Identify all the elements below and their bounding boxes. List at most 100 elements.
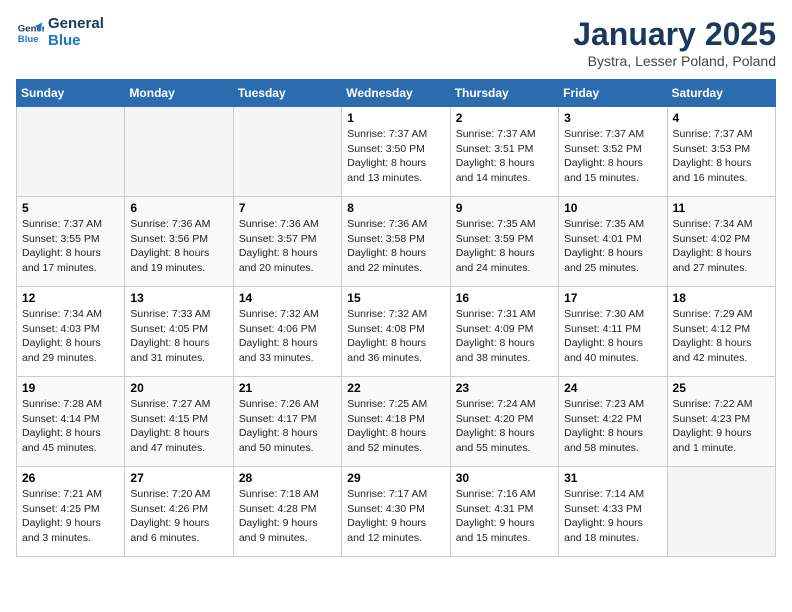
day-number: 10 <box>564 201 661 215</box>
day-info: Sunrise: 7:22 AM Sunset: 4:23 PM Dayligh… <box>673 397 770 456</box>
day-number: 13 <box>130 291 227 305</box>
calendar-day-cell: 30 Sunrise: 7:16 AM Sunset: 4:31 PM Dayli… <box>450 467 558 557</box>
calendar-day-cell: 26Sunrise: 7:21 AM Sunset: 4:25 PM Dayli… <box>17 467 125 557</box>
day-info: Sunrise: 7:32 AM Sunset: 4:08 PM Dayligh… <box>347 307 444 366</box>
day-info: Sunrise: 7:35 AM Sunset: 3:59 PM Dayligh… <box>456 217 553 276</box>
day-number: 12 <box>22 291 119 305</box>
calendar-day-cell: 11Sunrise: 7:34 AM Sunset: 4:02 PM Dayli… <box>667 197 775 287</box>
calendar-day-cell <box>667 467 775 557</box>
calendar-week-row: 5 Sunrise: 7:37 AM Sunset: 3:55 PM Daylig… <box>17 197 776 287</box>
day-info: Sunrise: 7:30 AM Sunset: 4:11 PM Dayligh… <box>564 307 661 366</box>
calendar-header-thursday: Thursday <box>450 80 558 107</box>
calendar-header-monday: Monday <box>125 80 233 107</box>
calendar-day-cell <box>125 107 233 197</box>
calendar-header-wednesday: Wednesday <box>342 80 450 107</box>
day-number: 23 <box>456 381 553 395</box>
day-info: Sunrise: 7:26 AM Sunset: 4:17 PM Dayligh… <box>239 397 336 456</box>
title-section: January 2025 Bystra, Lesser Poland, Pola… <box>573 16 776 69</box>
day-number: 8 <box>347 201 444 215</box>
calendar-header-row: SundayMondayTuesdayWednesdayThursdayFrid… <box>17 80 776 107</box>
day-info: Sunrise: 7:33 AM Sunset: 4:05 PM Dayligh… <box>130 307 227 366</box>
day-number: 20 <box>130 381 227 395</box>
day-number: 24 <box>564 381 661 395</box>
day-info: Sunrise: 7:37 AM Sunset: 3:55 PM Dayligh… <box>22 217 119 276</box>
day-info: Sunrise: 7:27 AM Sunset: 4:15 PM Dayligh… <box>130 397 227 456</box>
calendar-week-row: 26Sunrise: 7:21 AM Sunset: 4:25 PM Dayli… <box>17 467 776 557</box>
calendar-day-cell: 27Sunrise: 7:20 AM Sunset: 4:26 PM Dayli… <box>125 467 233 557</box>
calendar-day-cell: 6 Sunrise: 7:36 AM Sunset: 3:56 PM Daylig… <box>125 197 233 287</box>
day-number: 29 <box>347 471 444 485</box>
calendar-header-friday: Friday <box>559 80 667 107</box>
calendar-day-cell: 24 Sunrise: 7:23 AM Sunset: 4:22 PM Dayli… <box>559 377 667 467</box>
calendar-day-cell: 15 Sunrise: 7:32 AM Sunset: 4:08 PM Dayli… <box>342 287 450 377</box>
calendar-day-cell: 18Sunrise: 7:29 AM Sunset: 4:12 PM Dayli… <box>667 287 775 377</box>
calendar-subtitle: Bystra, Lesser Poland, Poland <box>573 53 776 69</box>
logo-icon: General Blue <box>16 19 44 47</box>
logo: General Blue General Blue <box>16 16 104 49</box>
calendar-header-tuesday: Tuesday <box>233 80 341 107</box>
calendar-day-cell: 5 Sunrise: 7:37 AM Sunset: 3:55 PM Daylig… <box>17 197 125 287</box>
day-number: 17 <box>564 291 661 305</box>
calendar-table: SundayMondayTuesdayWednesdayThursdayFrid… <box>16 79 776 557</box>
day-info: Sunrise: 7:34 AM Sunset: 4:02 PM Dayligh… <box>673 217 770 276</box>
calendar-day-cell: 19 Sunrise: 7:28 AM Sunset: 4:14 PM Dayli… <box>17 377 125 467</box>
logo-text-line2: Blue <box>48 33 104 50</box>
day-number: 2 <box>456 111 553 125</box>
calendar-title: January 2025 <box>573 16 776 53</box>
day-info: Sunrise: 7:36 AM Sunset: 3:57 PM Dayligh… <box>239 217 336 276</box>
day-number: 4 <box>673 111 770 125</box>
calendar-day-cell: 23Sunrise: 7:24 AM Sunset: 4:20 PM Dayli… <box>450 377 558 467</box>
day-number: 6 <box>130 201 227 215</box>
day-number: 7 <box>239 201 336 215</box>
calendar-week-row: 19 Sunrise: 7:28 AM Sunset: 4:14 PM Dayli… <box>17 377 776 467</box>
day-number: 31 <box>564 471 661 485</box>
day-info: Sunrise: 7:28 AM Sunset: 4:14 PM Dayligh… <box>22 397 119 456</box>
calendar-header-sunday: Sunday <box>17 80 125 107</box>
calendar-day-cell: 28 Sunrise: 7:18 AM Sunset: 4:28 PM Dayli… <box>233 467 341 557</box>
calendar-day-cell: 20 Sunrise: 7:27 AM Sunset: 4:15 PM Dayli… <box>125 377 233 467</box>
day-info: Sunrise: 7:18 AM Sunset: 4:28 PM Dayligh… <box>239 487 336 546</box>
calendar-day-cell: 13 Sunrise: 7:33 AM Sunset: 4:05 PM Dayli… <box>125 287 233 377</box>
day-info: Sunrise: 7:23 AM Sunset: 4:22 PM Dayligh… <box>564 397 661 456</box>
day-info: Sunrise: 7:37 AM Sunset: 3:52 PM Dayligh… <box>564 127 661 186</box>
svg-text:Blue: Blue <box>18 33 39 44</box>
calendar-day-cell: 17 Sunrise: 7:30 AM Sunset: 4:11 PM Dayli… <box>559 287 667 377</box>
day-number: 14 <box>239 291 336 305</box>
calendar-day-cell <box>233 107 341 197</box>
day-info: Sunrise: 7:17 AM Sunset: 4:30 PM Dayligh… <box>347 487 444 546</box>
calendar-day-cell <box>17 107 125 197</box>
calendar-day-cell: 16Sunrise: 7:31 AM Sunset: 4:09 PM Dayli… <box>450 287 558 377</box>
day-info: Sunrise: 7:25 AM Sunset: 4:18 PM Dayligh… <box>347 397 444 456</box>
calendar-week-row: 1Sunrise: 7:37 AM Sunset: 3:50 PM Daylig… <box>17 107 776 197</box>
day-number: 28 <box>239 471 336 485</box>
day-info: Sunrise: 7:29 AM Sunset: 4:12 PM Dayligh… <box>673 307 770 366</box>
day-info: Sunrise: 7:16 AM Sunset: 4:31 PM Dayligh… <box>456 487 553 546</box>
calendar-day-cell: 29 Sunrise: 7:17 AM Sunset: 4:30 PM Dayli… <box>342 467 450 557</box>
day-info: Sunrise: 7:20 AM Sunset: 4:26 PM Dayligh… <box>130 487 227 546</box>
calendar-header-saturday: Saturday <box>667 80 775 107</box>
day-number: 9 <box>456 201 553 215</box>
calendar-day-cell: 7 Sunrise: 7:36 AM Sunset: 3:57 PM Daylig… <box>233 197 341 287</box>
calendar-day-cell: 21Sunrise: 7:26 AM Sunset: 4:17 PM Dayli… <box>233 377 341 467</box>
calendar-day-cell: 9 Sunrise: 7:35 AM Sunset: 3:59 PM Daylig… <box>450 197 558 287</box>
day-info: Sunrise: 7:37 AM Sunset: 3:51 PM Dayligh… <box>456 127 553 186</box>
day-number: 22 <box>347 381 444 395</box>
day-info: Sunrise: 7:37 AM Sunset: 3:50 PM Dayligh… <box>347 127 444 186</box>
day-number: 30 <box>456 471 553 485</box>
logo-text-line1: General <box>48 16 104 33</box>
day-number: 15 <box>347 291 444 305</box>
calendar-day-cell: 31 Sunrise: 7:14 AM Sunset: 4:33 PM Dayli… <box>559 467 667 557</box>
day-number: 3 <box>564 111 661 125</box>
calendar-week-row: 12Sunrise: 7:34 AM Sunset: 4:03 PM Dayli… <box>17 287 776 377</box>
calendar-day-cell: 22 Sunrise: 7:25 AM Sunset: 4:18 PM Dayli… <box>342 377 450 467</box>
day-number: 19 <box>22 381 119 395</box>
calendar-day-cell: 3 Sunrise: 7:37 AM Sunset: 3:52 PM Daylig… <box>559 107 667 197</box>
calendar-day-cell: 4Sunrise: 7:37 AM Sunset: 3:53 PM Daylig… <box>667 107 775 197</box>
day-info: Sunrise: 7:14 AM Sunset: 4:33 PM Dayligh… <box>564 487 661 546</box>
day-info: Sunrise: 7:35 AM Sunset: 4:01 PM Dayligh… <box>564 217 661 276</box>
day-number: 5 <box>22 201 119 215</box>
day-info: Sunrise: 7:32 AM Sunset: 4:06 PM Dayligh… <box>239 307 336 366</box>
calendar-day-cell: 2 Sunrise: 7:37 AM Sunset: 3:51 PM Daylig… <box>450 107 558 197</box>
day-info: Sunrise: 7:36 AM Sunset: 3:56 PM Dayligh… <box>130 217 227 276</box>
page-header: General Blue General Blue January 2025 B… <box>16 16 776 69</box>
